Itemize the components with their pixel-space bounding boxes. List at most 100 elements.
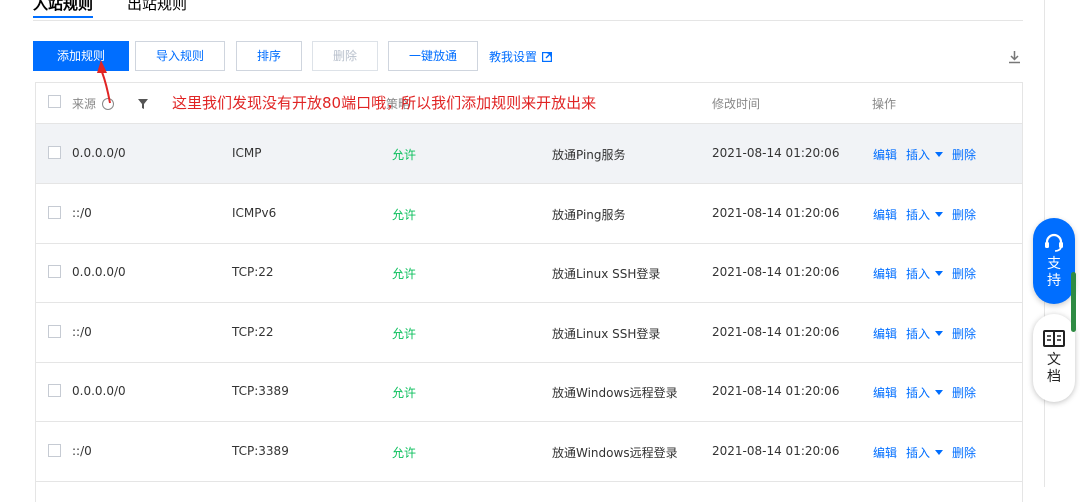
remark-cell: 放通Ping服务 — [552, 148, 626, 162]
insert-link[interactable]: 插入 — [906, 444, 930, 461]
protocol-cell: TCP:3389 — [232, 384, 289, 398]
row-checkbox[interactable] — [48, 146, 61, 159]
policy-cell: 允许 — [392, 445, 417, 460]
insert-dropdown-icon[interactable] — [935, 211, 944, 217]
remark-cell: 放通Windows远程登录 — [552, 386, 678, 400]
policy-cell: 允许 — [392, 148, 417, 162]
insert-dropdown-icon[interactable] — [935, 152, 944, 157]
import-rules-button[interactable]: 导入规则 — [135, 41, 225, 71]
annotation-text: 这里我们发现没有开放80端口哦，所以我们添加规则来开放出来 — [172, 94, 597, 112]
source-cell: ::/0 — [72, 324, 92, 339]
actions-header: 操作 — [872, 97, 897, 111]
insert-link[interactable]: 插入 — [906, 146, 930, 163]
select-all-checkbox[interactable] — [48, 95, 61, 108]
protocol-cell: ICMPv6 — [232, 205, 277, 220]
edit-link[interactable]: 编辑 — [873, 206, 897, 223]
row-actions: 编辑 插入 删除 — [873, 265, 985, 282]
page-scrollbar[interactable] — [1071, 272, 1076, 332]
help-setup-link[interactable]: 教我设置 — [489, 48, 553, 65]
edit-link[interactable]: 编辑 — [873, 384, 897, 401]
row-actions: 编辑 插入 删除 — [873, 444, 985, 461]
edit-link[interactable]: 编辑 — [873, 146, 897, 163]
row-actions: 编辑 插入 删除 — [873, 146, 985, 163]
policy-cell: 允许 — [392, 386, 417, 400]
protocol-cell: TCP:22 — [232, 265, 274, 279]
insert-dropdown-icon[interactable] — [935, 390, 944, 395]
source-cell: 0.0.0.0/0 — [72, 384, 126, 398]
edit-link[interactable]: 编辑 — [873, 265, 897, 282]
policy-cell: 允许 — [392, 207, 417, 222]
table-row: 0.0.0.0/0 ICMP 允许 放通Ping服务 2021-08-14 01:20:… — [36, 124, 1022, 184]
protocol-cell: TCP:3389 — [232, 443, 289, 458]
help-setup-label: 教我设置 — [489, 50, 538, 64]
source-cell: ::/0 — [72, 205, 92, 220]
row-checkbox[interactable] — [48, 324, 61, 338]
modified-time-header: 修改时间 — [712, 97, 761, 111]
table-row: ::/0 TCP:3389 允许 放通Windows远程登录 2021-08-14 01… — [36, 422, 1022, 482]
edit-link[interactable]: 编辑 — [873, 325, 897, 342]
modified-time-cell: 2021-08-14 01:20:06 — [712, 443, 840, 458]
modified-time-cell: 2021-08-14 01:20:06 — [712, 146, 840, 160]
source-cell: 0.0.0.0/0 — [72, 146, 126, 160]
modified-time-cell: 2021-08-14 01:20:06 — [712, 265, 840, 279]
row-actions: 编辑 插入 删除 — [873, 384, 985, 401]
row-checkbox[interactable] — [48, 384, 61, 397]
row-checkbox[interactable] — [48, 443, 61, 457]
tab-inbound-rules[interactable]: 入站规则 — [33, 0, 94, 18]
table-row: ::/0 TCP:22 允许 放通Linux SSH登录 2021-08-14 01:2… — [36, 303, 1022, 363]
delete-link[interactable]: 删除 — [952, 146, 976, 163]
modified-time-cell: 2021-08-14 01:20:06 — [712, 324, 840, 339]
row-actions: 编辑 插入 删除 — [873, 325, 985, 342]
docs-widget[interactable]: 文 档 — [1033, 314, 1075, 402]
source-cell: 0.0.0.0/0 — [72, 265, 126, 279]
protocol-cell: ICMP — [232, 146, 262, 160]
headset-icon — [1045, 233, 1063, 252]
insert-dropdown-icon[interactable] — [935, 330, 944, 336]
tab-outbound-rules[interactable]: 出站规则 — [127, 0, 187, 14]
insert-dropdown-icon[interactable] — [935, 271, 944, 276]
policy-cell: 允许 — [392, 326, 417, 341]
sort-button[interactable]: 排序 — [236, 41, 302, 71]
source-cell: ::/0 — [72, 443, 92, 458]
tab-divider — [33, 20, 1023, 21]
remark-cell: 放通Linux SSH登录 — [552, 326, 661, 341]
support-label-top: 支 — [1047, 256, 1061, 272]
source-header-label: 来源 — [72, 97, 97, 111]
insert-link[interactable]: 插入 — [906, 265, 930, 282]
delete-link[interactable]: 删除 — [952, 384, 976, 401]
policy-cell: 允许 — [392, 267, 417, 281]
row-checkbox[interactable] — [48, 265, 61, 278]
remark-cell: 放通Linux SSH登录 — [552, 267, 661, 281]
modified-time-cell: 2021-08-14 01:20:06 — [712, 205, 840, 220]
row-actions: 编辑 插入 删除 — [873, 206, 985, 223]
delete-link[interactable]: 删除 — [952, 325, 976, 342]
delete-link[interactable]: 删除 — [952, 206, 976, 223]
delete-link[interactable]: 删除 — [952, 265, 976, 282]
filter-icon[interactable] — [138, 98, 149, 109]
external-link-icon — [542, 51, 553, 62]
rule-tabs: 入站规则 出站规则 — [33, 0, 221, 20]
annotation-arrow-icon — [97, 60, 111, 104]
insert-link[interactable]: 插入 — [906, 206, 930, 223]
row-checkbox[interactable] — [48, 205, 61, 219]
edit-link[interactable]: 编辑 — [873, 444, 897, 461]
one-click-open-button[interactable]: 一键放通 — [388, 41, 478, 71]
remark-cell: 放通Ping服务 — [552, 207, 626, 222]
support-label-bottom: 持 — [1047, 273, 1061, 289]
book-icon — [1043, 330, 1065, 347]
rules-table: 来源 策略 修改时间 操作 0.0.0.0/0 ICMP 允许 放通Ping服务 202… — [35, 82, 1023, 502]
insert-dropdown-icon[interactable] — [935, 449, 944, 455]
download-icon[interactable] — [1008, 50, 1021, 64]
docs-label-bottom: 档 — [1047, 369, 1061, 385]
insert-link[interactable]: 插入 — [906, 384, 930, 401]
protocol-cell: TCP:22 — [232, 324, 274, 339]
support-widget[interactable]: 支 持 — [1033, 218, 1075, 304]
insert-link[interactable]: 插入 — [906, 325, 930, 342]
delete-button[interactable]: 删除 — [312, 41, 378, 71]
table-row: 0.0.0.0/0 TCP:22 允许 放通Linux SSH登录 2021-08-14… — [36, 243, 1022, 303]
delete-link[interactable]: 删除 — [952, 444, 976, 461]
table-row: ::/0 ICMPv6 允许 放通Ping服务 2021-08-14 01:20:06 编… — [36, 184, 1022, 244]
table-row: 0.0.0.0/0 TCP:3389 允许 放通Windows远程登录 2021-08-… — [36, 362, 1022, 422]
modified-time-cell: 2021-08-14 01:20:06 — [712, 384, 840, 398]
remark-cell: 放通Windows远程登录 — [552, 445, 678, 460]
